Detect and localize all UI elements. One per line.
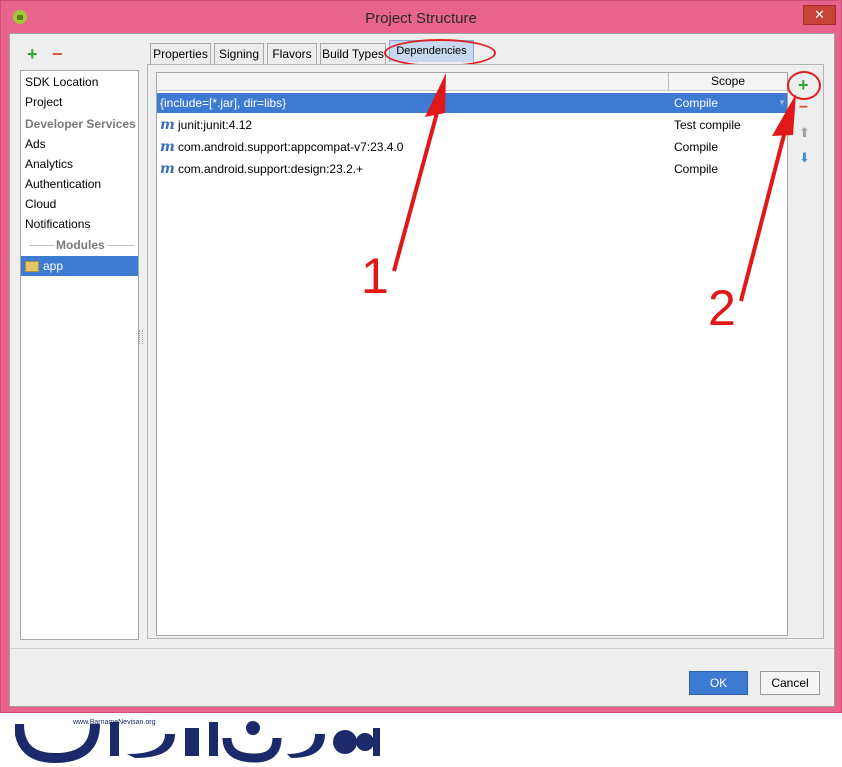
add-module-button[interactable]: + — [27, 45, 38, 63]
table-row[interactable]: {include=[*.jar], dir=libs} Compile ▼ — [157, 93, 787, 113]
table-row[interactable]: m junit:junit:4.12 Test compile ▼ — [157, 115, 787, 135]
watermark-url: www.BarnameNevisan.org — [73, 719, 156, 726]
project-structure-window: Project Structure ✕ + − SDK Location Pro… — [0, 0, 842, 713]
table-row[interactable]: m com.android.support:appcompat-v7:23.4.… — [157, 137, 787, 157]
sidebar-item-notifications[interactable]: Notifications — [21, 214, 138, 234]
dependency-scope[interactable]: Test compile — [674, 115, 741, 135]
arrow-down-icon[interactable]: ⬇ — [799, 151, 810, 164]
module-label: app — [43, 259, 64, 273]
modules-label: Modules — [56, 238, 105, 252]
remove-dependency-button[interactable]: − — [799, 100, 808, 116]
sidebar-item-ads[interactable]: Ads — [21, 134, 138, 154]
dependency-scope[interactable]: Compile — [674, 93, 718, 113]
tab-properties[interactable]: Properties — [150, 43, 211, 65]
annotation-label-1: 1 — [361, 248, 389, 304]
dropdown-icon[interactable]: ▼ — [778, 93, 786, 113]
maven-icon: m — [160, 117, 175, 133]
sidebar-item-sdk-location[interactable]: SDK Location — [21, 72, 138, 92]
splitter-handle[interactable] — [139, 330, 143, 344]
dependency-scope[interactable]: Compile — [674, 159, 718, 179]
sidebar-header-developer-services: Developer Services — [25, 117, 136, 131]
footer-divider — [10, 648, 834, 649]
cancel-button[interactable]: Cancel — [760, 671, 820, 695]
tab-build-types[interactable]: Build Types — [320, 43, 386, 65]
settings-list: SDK Location Project Developer Services … — [20, 70, 139, 640]
annotation-label-2: 2 — [708, 280, 736, 336]
dependency-name: com.android.support:design:23.2.+ — [178, 162, 364, 176]
dependency-name: com.android.support:appcompat-v7:23.4.0 — [178, 140, 404, 154]
dependencies-highlight-oval — [384, 39, 496, 67]
scope-column-header[interactable]: Scope — [669, 73, 787, 90]
dependency-name: {include=[*.jar], dir=libs} — [160, 96, 287, 110]
dropdown-icon[interactable]: ▼ — [778, 115, 786, 135]
ok-button[interactable]: OK — [689, 671, 748, 695]
sidebar-item-cloud[interactable]: Cloud — [21, 194, 138, 214]
folder-icon — [25, 261, 39, 272]
table-header: Scope — [157, 73, 787, 91]
maven-icon: m — [160, 161, 175, 177]
watermark-logo: www.BarnameNevisan.org — [14, 714, 387, 764]
dependencies-table: Scope {include=[*.jar], dir=libs} Compil… — [156, 72, 788, 636]
dependencies-panel: Scope {include=[*.jar], dir=libs} Compil… — [147, 64, 824, 639]
add-dependency-button[interactable]: + — [798, 76, 809, 94]
remove-module-button[interactable]: − — [52, 45, 63, 63]
dependency-name: junit:junit:4.12 — [178, 118, 253, 132]
title-bar: Project Structure ✕ — [1, 1, 841, 33]
window-title: Project Structure — [365, 10, 477, 27]
arrow-up-icon[interactable]: ⬆ — [799, 126, 810, 139]
tab-flavors[interactable]: Flavors — [267, 43, 317, 65]
dialog-body: + − SDK Location Project Developer Servi… — [9, 33, 835, 707]
sidebar-item-app[interactable]: app — [21, 256, 138, 276]
logo-graphic — [14, 721, 380, 764]
sidebar-item-project[interactable]: Project — [21, 92, 138, 112]
maven-icon: m — [160, 139, 175, 155]
tab-signing[interactable]: Signing — [214, 43, 264, 65]
modules-separator: Modules — [21, 237, 138, 253]
close-button[interactable]: ✕ — [803, 5, 836, 25]
sidebar-item-analytics[interactable]: Analytics — [21, 154, 138, 174]
table-row[interactable]: m com.android.support:design:23.2.+ Comp… — [157, 159, 787, 179]
dependency-scope[interactable]: Compile — [674, 137, 718, 157]
sidebar-item-authentication[interactable]: Authentication — [21, 174, 138, 194]
